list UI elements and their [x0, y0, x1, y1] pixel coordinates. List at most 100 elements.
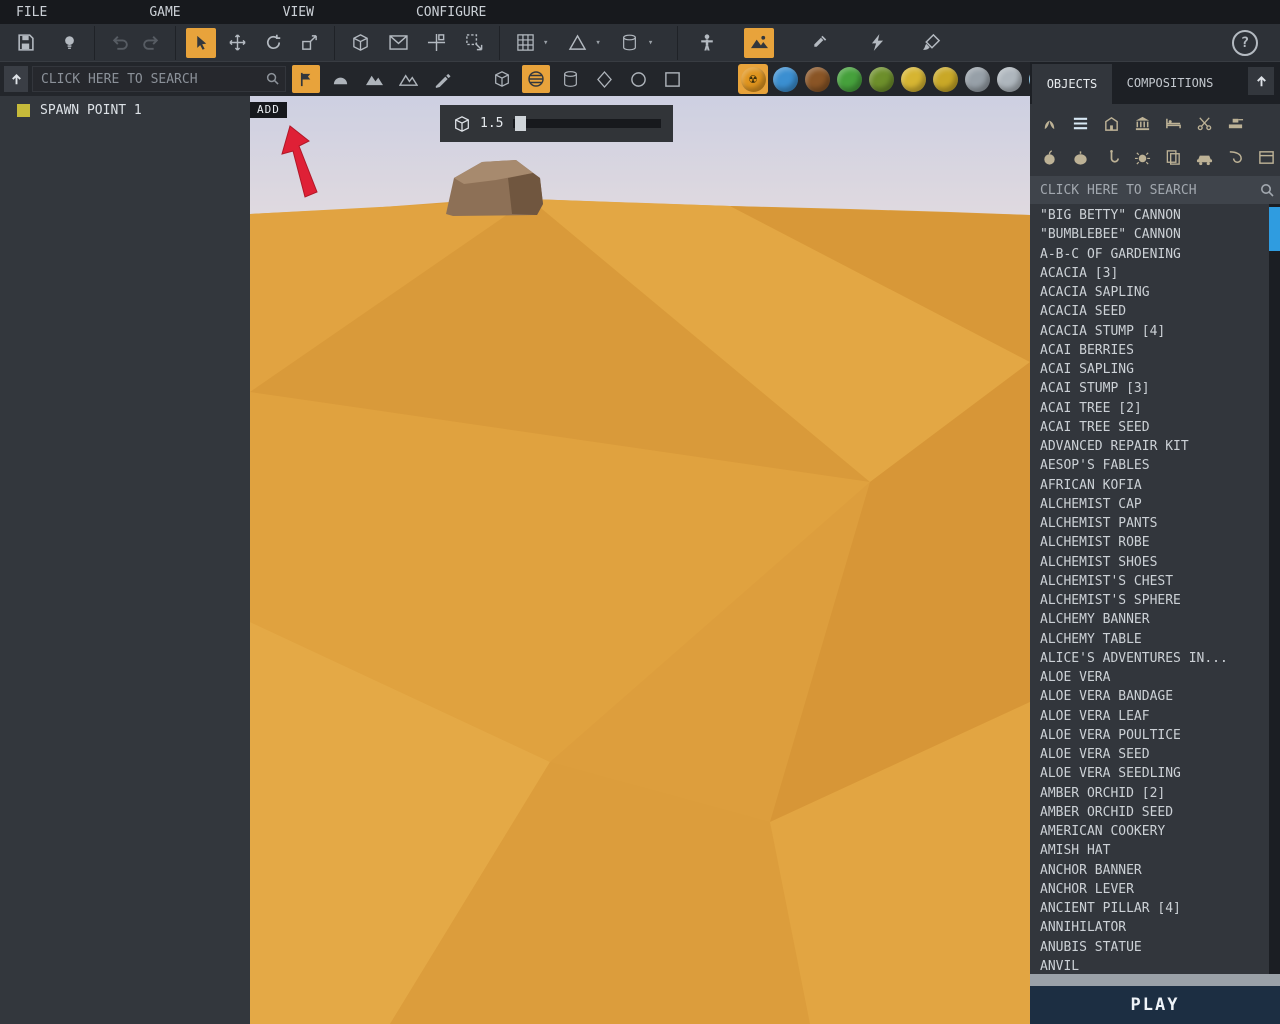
object-list-item[interactable]: ACAI STUMP [3]: [1030, 379, 1269, 398]
object-list-item[interactable]: AMISH HAT: [1030, 841, 1269, 860]
viewport-3d[interactable]: ADD 1.5: [250, 62, 1030, 1024]
notes-category-icon[interactable]: [1162, 146, 1184, 168]
object-list-item[interactable]: ANCHOR BANNER: [1030, 861, 1269, 880]
cylinder-brush-button[interactable]: [556, 65, 584, 93]
object-list-item[interactable]: ALOE VERA POULTICE: [1030, 726, 1269, 745]
material-swatch[interactable]: [962, 64, 992, 94]
collapse-panel-button[interactable]: [1248, 67, 1274, 95]
list-all-category-icon[interactable]: [1069, 112, 1091, 134]
object-list-item[interactable]: ALCHEMIST'S CHEST: [1030, 572, 1269, 591]
object-list-item[interactable]: ANNIHILATOR: [1030, 918, 1269, 937]
food-category-icon[interactable]: [1038, 146, 1060, 168]
cube-mode-button[interactable]: [345, 28, 375, 58]
move-tool-button[interactable]: [222, 28, 252, 58]
flora-category-icon[interactable]: [1038, 112, 1060, 134]
object-list-item[interactable]: AMERICAN COOKERY: [1030, 822, 1269, 841]
lightning-button[interactable]: [862, 28, 892, 58]
dome-tool-button[interactable]: [326, 65, 354, 93]
material-swatch[interactable]: [834, 64, 864, 94]
object-list-item[interactable]: ALCHEMY BANNER: [1030, 610, 1269, 629]
menu-game[interactable]: GAME: [149, 5, 180, 20]
object-list-item[interactable]: ALOE VERA SEEDLING: [1030, 764, 1269, 783]
slider-handle[interactable]: [515, 116, 526, 131]
envelope-icon[interactable]: [383, 28, 413, 58]
object-list-item[interactable]: AESOP'S FABLES: [1030, 456, 1269, 475]
object-list-item[interactable]: ACAI SAPLING: [1030, 360, 1269, 379]
object-list-item[interactable]: ACAI TREE [2]: [1030, 399, 1269, 418]
sphere-brush-button[interactable]: [522, 65, 550, 93]
object-list-item[interactable]: ANUBIS STATUE: [1030, 938, 1269, 957]
vehicle-category-icon[interactable]: [1224, 112, 1246, 134]
triangle-dropdown[interactable]: ▾: [562, 28, 600, 58]
object-list-item[interactable]: ANCIENT PILLAR [4]: [1030, 899, 1269, 918]
player-mode-button[interactable]: [692, 28, 722, 58]
tab-compositions[interactable]: COMPOSITIONS: [1114, 62, 1226, 104]
terrain-paint-button[interactable]: [744, 28, 774, 58]
object-list-item[interactable]: ACACIA [3]: [1030, 264, 1269, 283]
object-list-item[interactable]: ANCHOR LEVER: [1030, 880, 1269, 899]
monument-category-icon[interactable]: [1131, 112, 1153, 134]
add-node-tool-button[interactable]: [292, 65, 320, 93]
raise-mountain-tool-button[interactable]: [360, 65, 388, 93]
vertical-scrollbar[interactable]: [1269, 204, 1280, 974]
redo-button[interactable]: [135, 28, 165, 58]
save-button[interactable]: [10, 28, 40, 58]
rope-category-icon[interactable]: [1224, 146, 1246, 168]
object-list-item[interactable]: ALCHEMIST SHOES: [1030, 553, 1269, 572]
object-list-item[interactable]: ACAI BERRIES: [1030, 341, 1269, 360]
material-swatch[interactable]: [770, 64, 800, 94]
undo-button[interactable]: [105, 28, 135, 58]
object-list-item[interactable]: ALICE'S ADVENTURES IN...: [1030, 649, 1269, 668]
material-swatch[interactable]: [802, 64, 832, 94]
object-list-item[interactable]: ALCHEMIST PANTS: [1030, 514, 1269, 533]
hook-category-icon[interactable]: [1100, 146, 1122, 168]
object-list-item[interactable]: ALOE VERA SEED: [1030, 745, 1269, 764]
object-list-item[interactable]: ALOE VERA BANDAGE: [1030, 687, 1269, 706]
car-category-icon[interactable]: [1193, 146, 1215, 168]
snap-axes-button[interactable]: [421, 28, 451, 58]
menu-configure[interactable]: CONFIGURE: [416, 5, 486, 20]
tab-objects[interactable]: OBJECTS: [1032, 64, 1112, 104]
structure-category-icon[interactable]: [1100, 112, 1122, 134]
rotate-tool-button[interactable]: [258, 28, 288, 58]
play-button[interactable]: PLAY: [1030, 986, 1280, 1024]
horizontal-scrollbar[interactable]: [1030, 974, 1280, 986]
objects-search-input[interactable]: [1030, 176, 1280, 204]
object-list-item[interactable]: ALCHEMIST ROBE: [1030, 533, 1269, 552]
scale-tool-button[interactable]: [294, 28, 324, 58]
box-select-button[interactable]: [459, 28, 489, 58]
object-list-item[interactable]: AFRICAN KOFIA: [1030, 476, 1269, 495]
material-swatch[interactable]: [930, 64, 960, 94]
object-list-item[interactable]: AMBER ORCHID SEED: [1030, 803, 1269, 822]
brush-button[interactable]: [916, 28, 946, 58]
object-list-item[interactable]: ADVANCED REPAIR KIT: [1030, 437, 1269, 456]
eyedropper-button[interactable]: [804, 28, 834, 58]
material-swatch[interactable]: ☢: [738, 64, 768, 94]
object-list-item[interactable]: ACACIA STUMP [4]: [1030, 322, 1269, 341]
scissors-category-icon[interactable]: [1193, 112, 1215, 134]
collapse-panel-button[interactable]: [4, 66, 28, 92]
material-swatch[interactable]: [866, 64, 896, 94]
furniture-category-icon[interactable]: [1162, 112, 1184, 134]
circle-brush-button[interactable]: [624, 65, 652, 93]
object-list-item[interactable]: "BUMBLEBEE" CANNON: [1030, 225, 1269, 244]
slope-pen-tool-button[interactable]: [428, 65, 456, 93]
object-list-item[interactable]: AMBER ORCHID [2]: [1030, 784, 1269, 803]
object-list-item[interactable]: ACACIA SAPLING: [1030, 283, 1269, 302]
square-brush-button[interactable]: [658, 65, 686, 93]
brush-size-slider[interactable]: [513, 119, 661, 128]
material-swatch[interactable]: [994, 64, 1024, 94]
mountain-outline-tool-button[interactable]: [394, 65, 422, 93]
object-list-item[interactable]: ACAI TREE SEED: [1030, 418, 1269, 437]
object-list-item[interactable]: ALOE VERA LEAF: [1030, 707, 1269, 726]
object-list-item[interactable]: "BIG BETTY" CANNON: [1030, 206, 1269, 225]
scrollbar-thumb[interactable]: [1269, 207, 1280, 251]
help-button[interactable]: ?: [1232, 30, 1258, 56]
cube-brush-button[interactable]: [488, 65, 516, 93]
pumpkin-category-icon[interactable]: [1069, 146, 1091, 168]
object-list-item[interactable]: ALOE VERA: [1030, 668, 1269, 687]
object-list-item[interactable]: ALCHEMY TABLE: [1030, 630, 1269, 649]
cylinder-dropdown[interactable]: ▾: [615, 28, 653, 58]
material-swatch[interactable]: [898, 64, 928, 94]
object-list-item[interactable]: ACACIA SEED: [1030, 302, 1269, 321]
